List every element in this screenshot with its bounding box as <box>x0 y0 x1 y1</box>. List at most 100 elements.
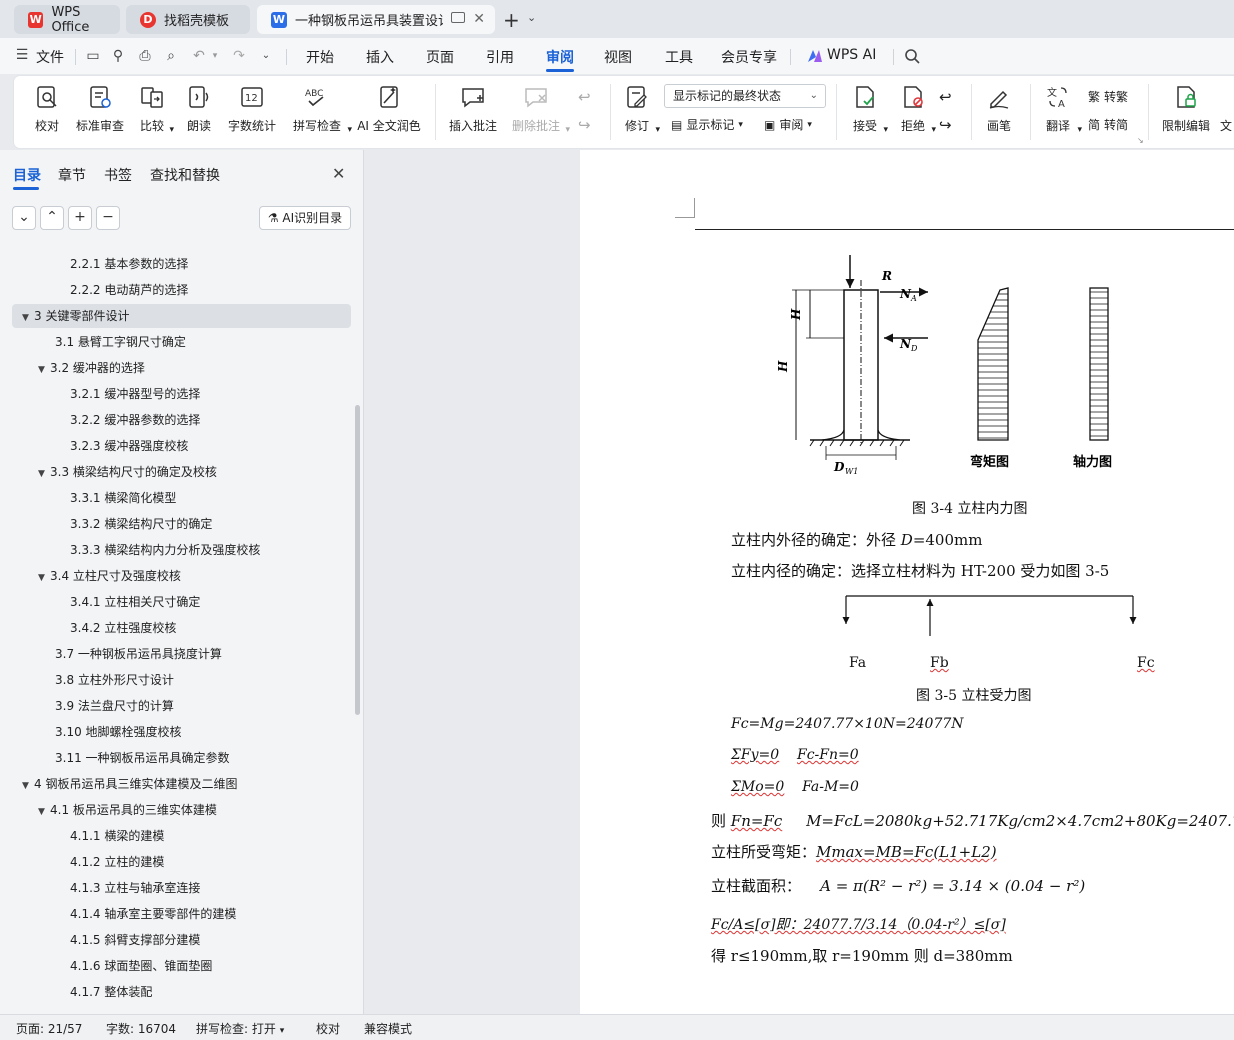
scrollbar-thumb[interactable] <box>355 405 360 715</box>
wps-ai-icon[interactable] <box>806 48 824 64</box>
toc-item[interactable]: ▼ 3.2 缓冲器的选择 <box>0 356 145 380</box>
spell-check-status[interactable]: 拼写检查: 打开 ▾ <box>196 1020 284 1037</box>
next-revision-icon[interactable]: ↪ <box>939 116 952 134</box>
hamburger-icon[interactable]: ☰ <box>14 47 30 63</box>
toc-item[interactable]: ▼ 3 关键零部件设计 <box>12 304 351 328</box>
new-tab-plus-icon[interactable]: + <box>503 8 520 32</box>
ai-polish-button[interactable]: AI 全文润色 <box>356 84 422 134</box>
document-page[interactable]: R N A N D H H D W1 弯矩图 轴力图 图 3-4 立柱内力图 立… <box>580 150 1234 1014</box>
page-indicator[interactable]: 页面: 21/57 <box>16 1020 82 1037</box>
more-button[interactable]: 文 <box>1220 117 1232 134</box>
tab-bookmarks[interactable]: 书签 <box>104 165 132 185</box>
collapse-up-button[interactable]: ⌃ <box>40 206 64 230</box>
close-icon[interactable]: ✕ <box>332 164 345 183</box>
toc-item[interactable]: 3.3.1 横梁简化模型 <box>0 486 176 510</box>
toc-item[interactable]: 4.1.4 轴承室主要零部件的建模 <box>0 902 236 926</box>
word-count-button[interactable]: 12 字数统计 <box>227 84 277 134</box>
share-icon[interactable]: ⚲ <box>110 48 126 64</box>
toc-item[interactable]: ▼ 3.3 横梁结构尺寸的确定及校核 <box>0 460 217 484</box>
review-pane-button[interactable]: ▣ 审阅 ▾ <box>764 116 812 133</box>
reject-button[interactable]: 拒绝 ▾ <box>894 84 936 135</box>
more-chevron-icon[interactable]: ⌄ <box>258 48 274 64</box>
tab-document[interactable]: W 一种钢板吊运吊具装置设计 说 ✕ <box>257 5 495 34</box>
menu-page[interactable]: 页面 <box>426 47 454 67</box>
toc-item[interactable]: 4.1.5 斜臂支撑部分建模 <box>0 928 200 952</box>
monitor-icon[interactable] <box>451 12 465 23</box>
toc-item[interactable]: 3.4.2 立柱强度校核 <box>0 616 176 640</box>
toc-item[interactable]: 3.1 悬臂工字钢尺寸确定 <box>0 330 186 354</box>
next-comment-icon[interactable]: ↪ <box>578 116 591 134</box>
tab-toc[interactable]: 目录 <box>13 165 41 185</box>
menu-tools[interactable]: 工具 <box>665 47 693 67</box>
caret-down-icon[interactable]: ▼ <box>38 566 50 590</box>
toc-item[interactable]: 4.1.7 整体装配 <box>0 980 152 1004</box>
caret-down-icon[interactable]: ▼ <box>22 774 34 798</box>
undo-icon[interactable]: ↶ <box>191 48 207 64</box>
proofread-button[interactable]: 校对 <box>32 84 62 134</box>
proofread-status[interactable]: 校对 <box>316 1020 340 1037</box>
to-traditional-button[interactable]: 繁 转繁 <box>1088 88 1128 105</box>
caret-down-icon[interactable]: ▼ <box>38 800 50 824</box>
menu-insert[interactable]: 插入 <box>366 47 394 67</box>
menu-wps-ai[interactable]: WPS AI <box>827 47 876 63</box>
menu-review[interactable]: 审阅 <box>546 47 574 67</box>
toc-item[interactable]: 3.7 一种钢板吊运吊具挠度计算 <box>0 642 222 666</box>
tab-docer[interactable]: D 找稻壳模板 <box>126 5 250 34</box>
word-count-indicator[interactable]: 字数: 16704 <box>106 1020 176 1037</box>
toc-item[interactable]: ▼ 4.1 板吊运吊具的三维实体建模 <box>0 798 217 822</box>
ai-toc-button[interactable]: ⚗ AI识别目录 <box>259 206 351 230</box>
tab-find-replace[interactable]: 查找和替换 <box>150 165 220 185</box>
toc-item[interactable]: 2.2.2 电动葫芦的选择 <box>0 278 188 302</box>
toc-item[interactable]: 3.8 立柱外形尺寸设计 <box>0 668 174 692</box>
previous-comment-icon[interactable]: ↩ <box>578 88 591 106</box>
tab-wps-office[interactable]: W WPS Office <box>14 5 120 35</box>
toc-item[interactable]: 4.1.3 立柱与轴承室连接 <box>0 876 200 900</box>
toc-item[interactable]: ▼ 4 钢板吊运吊具三维实体建模及二维图 <box>0 772 237 796</box>
translate-button[interactable]: 文A 翻译 ▾ <box>1040 84 1082 135</box>
restrict-edit-button[interactable]: 限制编辑 <box>1160 84 1212 134</box>
insert-comment-button[interactable]: 插入批注 <box>448 84 498 134</box>
menu-file[interactable]: 文件 <box>36 47 64 67</box>
toc-item[interactable]: 3.10 地脚螺栓强度校核 <box>0 720 182 744</box>
remove-heading-button[interactable]: − <box>96 206 120 230</box>
toc-item[interactable]: 4.1.2 立柱的建模 <box>0 850 164 874</box>
toc-item[interactable]: 3.2.2 缓冲器参数的选择 <box>0 408 200 432</box>
menu-view[interactable]: 视图 <box>604 47 632 67</box>
accept-button[interactable]: 接受 ▾ <box>846 84 888 135</box>
toc-item[interactable]: 3.4.1 立柱相关尺寸确定 <box>0 590 200 614</box>
read-aloud-button[interactable]: 朗读 <box>186 84 212 134</box>
compare-button[interactable]: 比较 ▾ <box>134 84 174 135</box>
toc-item[interactable]: 3.3.3 横梁结构内力分析及强度校核 <box>0 538 260 562</box>
toc-item[interactable]: 4.1.1 横梁的建模 <box>0 824 164 848</box>
toc-item[interactable]: 3.2.1 缓冲器型号的选择 <box>0 382 200 406</box>
add-heading-button[interactable]: + <box>68 206 92 230</box>
previous-revision-icon[interactable]: ↩ <box>939 88 952 106</box>
caret-down-icon[interactable]: ▼ <box>38 462 50 486</box>
caret-down-icon[interactable]: ▼ <box>22 306 34 330</box>
toc-item[interactable]: 3.9 法兰盘尺寸的计算 <box>0 694 174 718</box>
toc-item[interactable]: 3.3.2 横梁结构尺寸的确定 <box>0 512 212 536</box>
expand-down-button[interactable]: ⌄ <box>12 206 36 230</box>
toc-item[interactable]: 3.11 一种钢板吊运吊具确定参数 <box>0 746 230 770</box>
caret-down-icon[interactable]: ▼ <box>38 358 50 382</box>
menu-reference[interactable]: 引用 <box>486 47 514 67</box>
toc-item[interactable]: 2.2.1 基本参数的选择 <box>0 252 188 276</box>
save-icon[interactable]: ▭ <box>85 48 101 64</box>
to-simplified-button[interactable]: 简 转简 <box>1088 116 1128 133</box>
show-markup-button[interactable]: ▤ 显示标记 ▾ <box>671 116 743 133</box>
close-icon[interactable]: ✕ <box>473 11 485 27</box>
pen-button[interactable]: 画笔 <box>985 84 1013 134</box>
delete-comment-button[interactable]: 删除批注 ▾ <box>508 84 570 135</box>
menu-start[interactable]: 开始 <box>306 47 334 67</box>
search-icon[interactable] <box>904 48 920 64</box>
group-expand-icon[interactable]: ↘ <box>1137 136 1144 145</box>
toc-item[interactable]: 3.2.3 缓冲器强度校核 <box>0 434 188 458</box>
chevron-down-icon[interactable]: ⌄ <box>527 11 536 24</box>
standard-review-button[interactable]: 标准审查 <box>74 84 126 134</box>
menu-member[interactable]: 会员专享 <box>721 47 777 67</box>
redo-icon[interactable]: ↷ <box>231 48 247 64</box>
print-preview-icon[interactable]: ⌕ <box>163 48 179 64</box>
markup-display-select[interactable]: 显示标记的最终状态 ⌄ <box>664 84 826 108</box>
tab-chapters[interactable]: 章节 <box>58 165 86 185</box>
toc-item[interactable]: 4.1.6 球面垫圈、锥面垫圈 <box>0 954 212 978</box>
